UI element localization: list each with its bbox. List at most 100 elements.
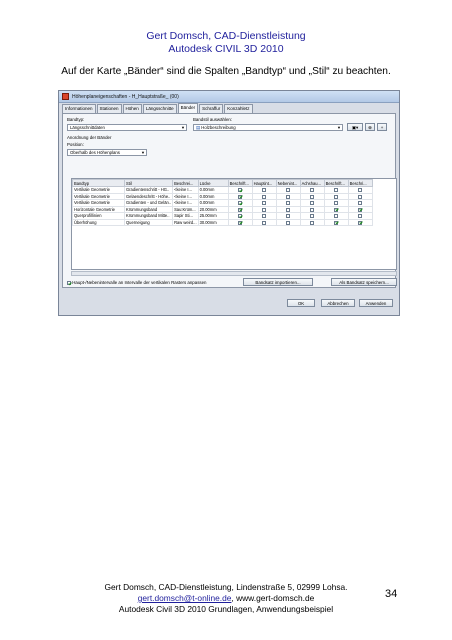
cell-c5 <box>323 218 349 226</box>
col-beschriftung-3[interactable]: Beschri... <box>347 179 373 187</box>
bandtyp-label: Bandtyp: <box>67 117 85 122</box>
col-beschreibung[interactable]: Beschrei... <box>172 179 199 187</box>
ok-button[interactable]: OK <box>287 299 315 307</box>
edit-style-icon: ▣▾ <box>351 125 359 130</box>
col-hauptintervall[interactable]: Hauptint... <box>251 179 277 187</box>
cell-c2 <box>251 218 277 226</box>
table-row[interactable]: Überhöhung Querneigung Raw weird... 30.00mm <box>72 218 373 226</box>
checkbox-c6[interactable] <box>358 194 363 199</box>
checkbox-c2[interactable] <box>262 188 267 193</box>
checkbox-c2[interactable] <box>262 220 267 225</box>
col-nebenintervall[interactable]: Nebenint... <box>275 179 301 187</box>
table-header-row: Bandtyp Stil Beschrei... Lücke Beschrift… <box>72 179 373 187</box>
horizontal-scrollbar[interactable] <box>71 271 397 276</box>
import-bandset-button[interactable]: Bandsatz importieren... <box>243 278 313 286</box>
checkbox-c5[interactable] <box>334 220 339 225</box>
header-line-1: Gert Domsch, CAD-Dienstleistung <box>146 30 306 42</box>
bandstil-select[interactable]: ▤ Holzbeschreibung ▼ <box>193 124 343 131</box>
cell-beschreibung[interactable]: Raw weird... <box>172 218 199 226</box>
anordnung-label: Anordnung der Bänder <box>67 135 112 140</box>
tab-hoehen[interactable]: Höhen <box>122 104 142 113</box>
tab-schraffur[interactable]: Schraffur <box>199 104 224 113</box>
col-bandtyp[interactable]: Bandtyp <box>72 179 125 187</box>
cell-stil[interactable]: Krümmungsband Mitte.. <box>123 212 174 220</box>
style-pick-button[interactable]: ⊕ <box>365 123 375 131</box>
app-icon <box>62 93 69 100</box>
band-table: Bandtyp Stil Beschrei... Lücke Beschrift… <box>72 179 373 226</box>
cell-c3 <box>275 218 301 226</box>
tab-stationen[interactable]: Stationen <box>96 104 122 113</box>
sync-intervals-checkbox[interactable] <box>67 280 71 285</box>
chevron-down-icon: ▼ <box>141 150 145 155</box>
checkbox-c6[interactable] <box>358 201 363 206</box>
col-luecke[interactable]: Lücke <box>197 179 229 187</box>
col-achshauptpunkt[interactable]: Achshau... <box>299 179 325 187</box>
checkbox-c3[interactable] <box>286 194 291 199</box>
save-bandset-button[interactable]: Als Bandsatz speichern... <box>331 278 397 286</box>
cell-stil[interactable]: Gradientenschritt - HG.. <box>123 186 174 194</box>
tab-informationen[interactable]: Informationen <box>62 104 96 113</box>
position-label: Position: <box>67 142 84 147</box>
tab-baender[interactable]: Bänder <box>177 103 199 113</box>
sync-intervals-row: Haupt-/Nebenintervalle an Intervalle der… <box>67 280 206 285</box>
checkbox-c3[interactable] <box>286 188 291 193</box>
checkbox-c5[interactable] <box>334 214 339 219</box>
tab-konzahletz[interactable]: Konzahletz <box>224 104 253 113</box>
cell-stil[interactable]: Gelaendeschritt - Höhe.. <box>123 192 174 200</box>
checkbox-c6[interactable] <box>358 214 363 219</box>
checkbox-c5[interactable] <box>334 207 339 212</box>
add-band-button[interactable]: + <box>377 123 387 131</box>
checkbox-c1[interactable] <box>238 188 243 193</box>
footer-doc-title: Autodesk Civil 3D 2010 Grundlagen, Anwen… <box>118 604 334 614</box>
checkbox-c1[interactable] <box>238 207 243 212</box>
checkbox-c3[interactable] <box>286 220 291 225</box>
band-grid: Bandtyp Stil Beschrei... Lücke Beschrift… <box>71 178 397 270</box>
pick-icon: ⊕ <box>368 125 372 130</box>
checkbox-c6[interactable] <box>358 188 363 193</box>
checkbox-c3[interactable] <box>286 201 291 206</box>
chevron-down-icon: ▼ <box>337 125 341 130</box>
checkbox-c1[interactable] <box>238 201 243 206</box>
cell-luecke[interactable]: 30.00mm <box>197 218 229 226</box>
checkbox-c3[interactable] <box>286 214 291 219</box>
cell-c1 <box>227 218 253 226</box>
cell-c6 <box>347 218 373 226</box>
tab-laengsschnitte[interactable]: Längsschnitte <box>142 104 177 113</box>
baender-panel: Bandtyp: Längsschnittdaten ▼ Bandstil au… <box>62 113 397 288</box>
checkbox-c2[interactable] <box>262 207 267 212</box>
checkbox-c6[interactable] <box>358 207 363 212</box>
cell-beschreibung[interactable]: Sau:Krüm... <box>172 205 199 213</box>
checkbox-c5[interactable] <box>334 188 339 193</box>
col-beschriftung-1[interactable]: Beschrift... <box>227 179 253 187</box>
checkbox-c4[interactable] <box>310 220 315 225</box>
position-select[interactable]: Oberhalb des Höhenplans ▼ <box>67 149 147 156</box>
dialog-screenshot: Höhenplaneigenschaften - H_Hauptstraße_ … <box>58 90 400 316</box>
checkbox-c2[interactable] <box>262 214 267 219</box>
style-edit-button[interactable]: ▣▾ <box>347 123 363 131</box>
checkbox-c2[interactable] <box>262 201 267 206</box>
checkbox-c1[interactable] <box>238 194 243 199</box>
checkbox-c5[interactable] <box>334 194 339 199</box>
checkbox-c6[interactable] <box>358 220 363 225</box>
checkbox-c1[interactable] <box>238 214 243 219</box>
col-stil[interactable]: Stil <box>123 179 174 187</box>
cell-bandtyp[interactable]: Überhöhung <box>72 218 125 226</box>
cell-stil[interactable]: Gradienten - und Gelän.. <box>123 199 174 207</box>
cell-stil[interactable]: Querneigung <box>123 218 174 226</box>
footer-email-link[interactable]: gert.domsch@t-online.de <box>138 593 232 603</box>
checkbox-c4[interactable] <box>310 194 315 199</box>
apply-button[interactable]: Anwenden <box>359 299 393 307</box>
checkbox-c3[interactable] <box>286 207 291 212</box>
checkbox-c5[interactable] <box>334 201 339 206</box>
checkbox-c4[interactable] <box>310 188 315 193</box>
checkbox-c4[interactable] <box>310 207 315 212</box>
footer-web: , www.gert-domsch.de <box>231 593 315 603</box>
col-beschriftung-2[interactable]: Beschrift... <box>323 179 349 187</box>
bandtyp-select[interactable]: Längsschnittdaten ▼ <box>67 124 187 131</box>
checkbox-c2[interactable] <box>262 194 267 199</box>
checkbox-c4[interactable] <box>310 201 315 206</box>
dialog-title: Höhenplaneigenschaften - H_Hauptstraße_ … <box>72 94 179 100</box>
checkbox-c1[interactable] <box>238 220 243 225</box>
cancel-button[interactable]: Abbrechen <box>321 299 355 307</box>
checkbox-c4[interactable] <box>310 214 315 219</box>
